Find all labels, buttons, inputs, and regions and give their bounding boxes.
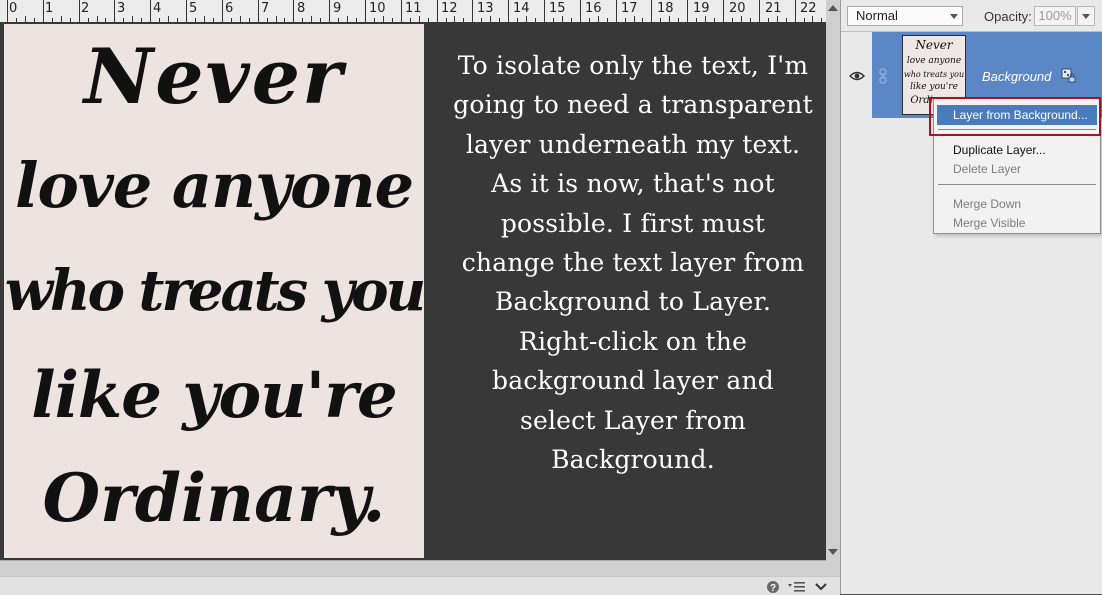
ruler-label: 6 <box>225 1 234 16</box>
ruler-label: 1 <box>45 1 54 16</box>
blend-mode-value: Normal <box>856 8 898 23</box>
quote-image-text: Never love anyone who treats you like yo… <box>4 24 424 558</box>
ruler-label: 13 <box>477 1 494 16</box>
quote-line: who treats you <box>4 258 424 324</box>
layer-name[interactable]: Background <box>982 69 1051 84</box>
horizontal-scrollbar[interactable] <box>0 560 826 577</box>
link-icon[interactable] <box>878 68 888 84</box>
ruler-label: 4 <box>153 1 162 16</box>
ruler-label: 14 <box>513 1 530 16</box>
vertical-scrollbar[interactable] <box>826 0 840 576</box>
ruler-label: 8 <box>297 1 306 16</box>
scroll-down-arrow-icon[interactable] <box>828 549 838 555</box>
ruler-label: 11 <box>405 1 422 16</box>
thumbnail-line: love anyone <box>906 56 962 66</box>
ruler-label: 20 <box>729 1 746 16</box>
lock-icon[interactable] <box>1061 68 1077 84</box>
blend-mode-select[interactable]: Normal <box>847 6 963 26</box>
ruler-label: 16 <box>585 1 602 16</box>
menu-item-delete-layer[interactable]: Delete Layer <box>953 162 1021 176</box>
menu-item-duplicate-layer[interactable]: Duplicate Layer... <box>953 143 1046 157</box>
help-icon[interactable]: ? <box>766 580 780 594</box>
ruler-label: 5 <box>189 1 198 16</box>
ruler-label: 3 <box>117 1 126 16</box>
scroll-up-arrow-icon[interactable] <box>828 5 838 11</box>
panel-menu-icon[interactable] <box>787 580 807 594</box>
quote-line: like you're <box>31 358 397 433</box>
thumbnail-line: like you're <box>910 82 958 92</box>
ruler-label: 10 <box>369 1 386 16</box>
ruler-label: 9 <box>333 1 342 16</box>
ruler-label: 17 <box>621 1 638 16</box>
quote-line: Ordinary. <box>42 459 386 537</box>
menu-separator <box>938 184 1096 185</box>
thumbnail-line: Never <box>915 38 953 52</box>
instruction-text: To isolate only the text, I'm going to n… <box>453 51 813 475</box>
quote-line: Never <box>83 32 345 121</box>
ruler-label: 22 <box>800 1 817 16</box>
chevron-down-icon <box>950 14 958 19</box>
horizontal-ruler: 0 1 2 3 4 5 6 7 8 9 10 11 12 13 14 15 16… <box>0 0 826 22</box>
ruler-label: 12 <box>441 1 458 16</box>
menu-item-merge-down[interactable]: Merge Down <box>953 197 1021 211</box>
status-bar: ? <box>0 576 840 595</box>
opacity-label: Opacity: <box>984 9 1032 24</box>
ruler-label: 2 <box>81 1 90 16</box>
quote-line: love anyone <box>14 149 414 222</box>
opacity-input[interactable]: 100% <box>1034 6 1076 26</box>
thumbnail-line: who treats you <box>903 70 965 79</box>
ruler-label: 15 <box>549 1 566 16</box>
ruler-label: 21 <box>765 1 782 16</box>
quote-image: Never love anyone who treats you like yo… <box>4 24 424 558</box>
highlight-callout <box>929 97 1101 136</box>
chevron-down-icon <box>1082 14 1090 19</box>
document-canvas[interactable]: Never love anyone who treats you like yo… <box>0 22 826 560</box>
ruler-label: 7 <box>261 1 270 16</box>
layers-panel: Normal Opacity: 100% Never love anyone w… <box>840 0 1102 594</box>
svg-text:?: ? <box>770 583 776 594</box>
eye-icon[interactable] <box>849 70 865 82</box>
ruler-label: 0 <box>9 1 18 16</box>
opacity-dropdown-button[interactable] <box>1077 6 1095 26</box>
menu-item-merge-visible[interactable]: Merge Visible <box>953 216 1025 230</box>
chevron-down-icon[interactable] <box>814 581 828 593</box>
ruler-label: 19 <box>693 1 710 16</box>
ruler-label: 18 <box>657 1 674 16</box>
